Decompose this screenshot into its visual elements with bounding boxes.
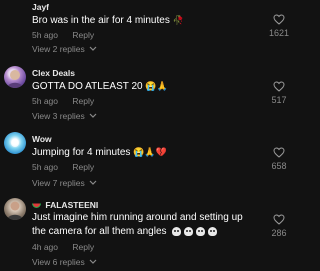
view-replies-button[interactable]: View 2 replies: [32, 44, 97, 54]
avatar-image: [7, 70, 23, 88]
like-button[interactable]: 1621: [264, 14, 294, 38]
comment-text: Jumping for 4 minutes 😭🙏💔: [32, 147, 167, 158]
comment-text: Just imagine him running around and sett…: [32, 212, 243, 237]
comment-meta: 5h ago Reply: [32, 96, 94, 106]
comment-username[interactable]: Wow: [32, 134, 52, 144]
skull-icon: [184, 226, 194, 236]
chevron-down-icon: [89, 180, 97, 185]
crying-praying-emoji: 😭🙏: [145, 81, 168, 91]
heart-icon: [273, 147, 285, 158]
crying-praying-broken-heart-emoji: 😭🙏💔: [133, 147, 167, 157]
comment-time: 5h ago: [32, 162, 58, 172]
chevron-down-icon: [89, 259, 97, 264]
like-button[interactable]: 517: [264, 81, 294, 105]
comment-username[interactable]: Clex Deals: [32, 68, 75, 78]
comment-meta: 5h ago Reply: [32, 162, 94, 172]
view-replies-button[interactable]: View 7 replies: [32, 178, 97, 188]
like-count: 1621: [268, 28, 290, 38]
skull-icon: [196, 226, 206, 236]
skull-icon: [208, 226, 218, 236]
comment-time: 5h ago: [32, 96, 58, 106]
comment-text: GOTTA DO ATLEAST 20 😭🙏: [32, 81, 168, 92]
wilted-rose-emoji: 🥀: [172, 15, 184, 25]
comment-username[interactable]: Jayf: [32, 2, 49, 12]
comment-meta: 4h ago Reply: [32, 242, 94, 252]
view-replies-button[interactable]: View 3 replies: [32, 111, 97, 121]
like-count: 517: [271, 95, 287, 105]
reply-button[interactable]: Reply: [72, 96, 94, 106]
comment-text: Bro was in the air for 4 minutes 🥀: [32, 15, 184, 26]
reply-button[interactable]: Reply: [72, 162, 94, 172]
comment-meta: 5h ago Reply: [32, 30, 94, 40]
comment-time: 5h ago: [32, 30, 58, 40]
heart-icon: [273, 214, 285, 225]
like-button[interactable]: 286: [264, 214, 294, 238]
avatar[interactable]: [4, 132, 26, 154]
heart-icon: [273, 81, 285, 92]
like-button[interactable]: 658: [264, 147, 294, 171]
like-count: 286: [271, 228, 287, 238]
heart-icon: [273, 14, 285, 25]
reply-button[interactable]: Reply: [72, 30, 94, 40]
avatar-image: [7, 201, 23, 220]
avatar[interactable]: [4, 198, 26, 220]
like-count: 658: [271, 161, 287, 171]
avatar[interactable]: [4, 66, 26, 88]
view-replies-button[interactable]: View 6 replies: [32, 257, 97, 267]
reply-button[interactable]: Reply: [72, 242, 94, 252]
comment-username[interactable]: FALASTEENI: [32, 200, 98, 210]
chevron-down-icon: [89, 46, 97, 51]
chevron-down-icon: [89, 113, 97, 118]
watermelon-icon: [32, 203, 41, 208]
avatar-image: [11, 139, 19, 147]
comment-time: 4h ago: [32, 242, 58, 252]
skull-icon: [172, 226, 182, 236]
